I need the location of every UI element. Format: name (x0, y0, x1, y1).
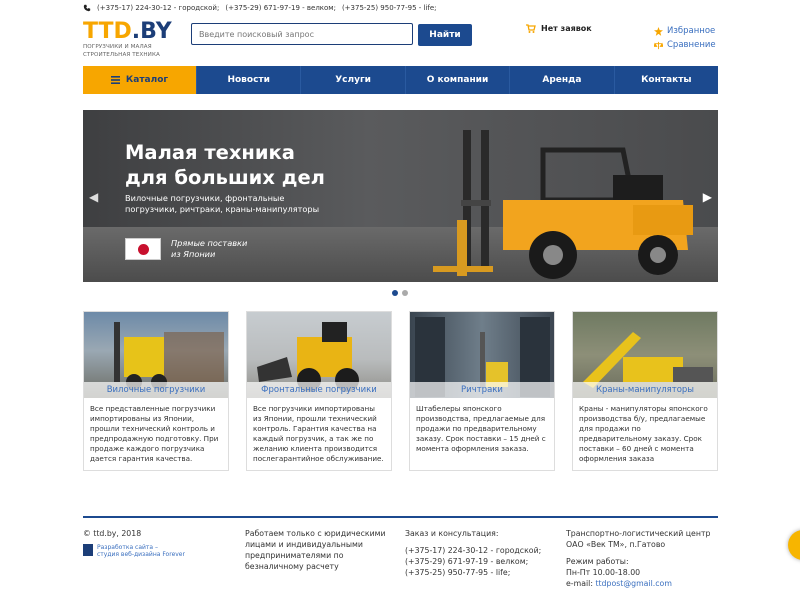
logo-subtitle-1: Погрузчики и малая (83, 44, 152, 50)
site-header: TTD.BY Погрузчики и малая строительная т… (83, 18, 718, 64)
hero-subtitle-line1: Вилочные погрузчики, фронтальные (125, 193, 285, 203)
japan-flag-icon (125, 238, 161, 260)
footer-col-company: Транспортно-логистический центр ОАО «Век… (566, 528, 721, 589)
hero-subtitle-line2: погрузчики, ричтраки, краны-манипуляторы (125, 204, 320, 214)
hero-title: Малая техника для больших дел (125, 140, 325, 190)
card-cranes-image: Краны-манипуляторы (573, 312, 717, 398)
card-front-loaders-title[interactable]: Фронтальные погрузчики (247, 382, 391, 398)
cart-label: Нет заявок (541, 24, 592, 33)
card-forklifts[interactable]: Вилочные погрузчики Все представленные п… (83, 311, 229, 471)
hero-direct-line1: Прямые поставки (171, 238, 248, 248)
order-title: Заказ и консультация: (405, 529, 499, 538)
card-front-loaders-image: Фронтальные погрузчики (247, 312, 391, 398)
logo-subtitle-2: строительная техника (83, 51, 160, 58)
search-input[interactable] (191, 23, 413, 45)
phone-icon (83, 4, 91, 12)
nav-catalog-label: Каталог (125, 75, 169, 85)
phone-city[interactable]: (+375-17) 224-30-12 - городской; (97, 4, 219, 12)
card-forklifts-image: Вилочные погрузчики (84, 312, 228, 398)
callback-widget-icon[interactable] (788, 530, 800, 560)
company-line2: ОАО «Век ТМ», п.Гатово (566, 540, 666, 549)
developer-badge[interactable]: Разработка сайта – студия веб-дизайна For… (83, 544, 223, 558)
hours-title: Режим работы: (566, 557, 629, 566)
card-cranes-title[interactable]: Краны-манипуляторы (573, 382, 717, 398)
email-row: e-mail: ttdpost@gmail.com (566, 578, 721, 589)
slider-dot-2[interactable] (402, 290, 408, 296)
card-cranes[interactable]: Краны-манипуляторы Краны - манипуляторы … (572, 311, 718, 471)
forklift-image (433, 130, 693, 279)
company-line1: Транспортно-логистический центр (566, 529, 711, 538)
card-front-loaders[interactable]: Фронтальные погрузчики Все погрузчики им… (246, 311, 392, 471)
top-contact-bar: (+375-17) 224-30-12 - городской; (+375-2… (83, 2, 718, 14)
card-reach-trucks-text: Штабелеры японского производства, предла… (416, 404, 546, 453)
footer-phone-life[interactable]: (+375-25) 950-77-95 - life; (405, 567, 550, 578)
favorites-block: Избранное Сравнение (654, 24, 716, 52)
card-forklifts-text: Все представленные погрузчики импортиров… (90, 404, 219, 463)
card-forklifts-title[interactable]: Вилочные погрузчики (84, 382, 228, 398)
scales-icon (654, 41, 663, 49)
logo-ttd: TTD (83, 19, 132, 44)
hero-direct-supply: Прямые поставки из Японии (171, 238, 247, 260)
menu-icon (110, 76, 120, 84)
card-front-loaders-text: Все погрузчики импортированы из Японии, … (253, 404, 384, 463)
card-cranes-text: Краны - манипуляторы японского производс… (579, 404, 708, 463)
email-label: e-mail: (566, 579, 593, 588)
slider-dot-1[interactable] (392, 290, 398, 296)
developer-logo-icon (83, 544, 93, 556)
cart-link[interactable]: Нет заявок (526, 24, 592, 33)
email-link[interactable]: ttdpost@gmail.com (595, 579, 671, 588)
site-footer: © ttd.by, 2018 Разработка сайта – студия … (83, 528, 718, 594)
slider-prev-icon[interactable]: ◀ (89, 190, 98, 204)
hours-value: Пн-Пт 10.00-18.00 (566, 568, 641, 577)
developer-line1: Разработка сайта – (97, 544, 158, 551)
compare-label: Сравнение (667, 40, 716, 50)
phone-life[interactable]: (+375-25) 950-77-95 - life; (342, 4, 437, 12)
site-logo[interactable]: TTD.BY Погрузчики и малая строительная т… (83, 21, 173, 61)
search-button[interactable]: Найти (418, 24, 472, 46)
footer-col-legal: Работаем только с юридическими лицами и … (245, 529, 386, 571)
nav-services[interactable]: Услуги (301, 66, 406, 94)
nav-contacts[interactable]: Контакты (615, 66, 718, 94)
slider-next-icon[interactable]: ▶ (703, 190, 712, 204)
nav-news[interactable]: Новости (197, 66, 302, 94)
hero-title-line1: Малая техника (125, 141, 295, 164)
compare-link[interactable]: Сравнение (654, 38, 716, 52)
card-reach-trucks-title[interactable]: Ричтраки (410, 382, 554, 398)
footer-divider (83, 516, 718, 518)
footer-phone-city[interactable]: (+375-17) 224-30-12 - городской; (405, 545, 550, 556)
favorites-label: Избранное (667, 26, 716, 36)
hero-slider[interactable]: Малая техника для больших дел Вилочные по… (83, 110, 718, 282)
footer-col-copyright: © ttd.by, 2018 Разработка сайта – студия … (83, 528, 223, 558)
logo-by: .BY (131, 19, 172, 44)
footer-col-order: Заказ и консультация: (+375-17) 224-30-1… (405, 528, 550, 578)
copyright: © ttd.by, 2018 (83, 529, 142, 538)
cart-icon (526, 24, 536, 33)
star-icon (654, 26, 663, 36)
hero-direct-line2: из Японии (171, 249, 216, 259)
hero-title-line2: для больших дел (125, 166, 325, 189)
card-reach-trucks[interactable]: Ричтраки Штабелеры японского производств… (409, 311, 555, 471)
hero-subtitle: Вилочные погрузчики, фронтальные погрузчи… (125, 193, 335, 215)
nav-rent[interactable]: Аренда (510, 66, 615, 94)
slider-dots (392, 290, 408, 296)
nav-catalog[interactable]: Каталог (83, 66, 197, 94)
category-cards: Вилочные погрузчики Все представленные п… (83, 311, 718, 473)
developer-line2: студия веб-дизайна Forever (97, 551, 185, 558)
favorites-link[interactable]: Избранное (654, 24, 716, 38)
phone-velcom[interactable]: (+375-29) 671-97-19 - велком; (225, 4, 336, 12)
main-nav: Каталог Новости Услуги О компании Аренда… (83, 66, 718, 94)
footer-phone-velcom[interactable]: (+375-29) 671-97-19 - велком; (405, 556, 550, 567)
card-reach-trucks-image: Ричтраки (410, 312, 554, 398)
nav-about[interactable]: О компании (406, 66, 511, 94)
